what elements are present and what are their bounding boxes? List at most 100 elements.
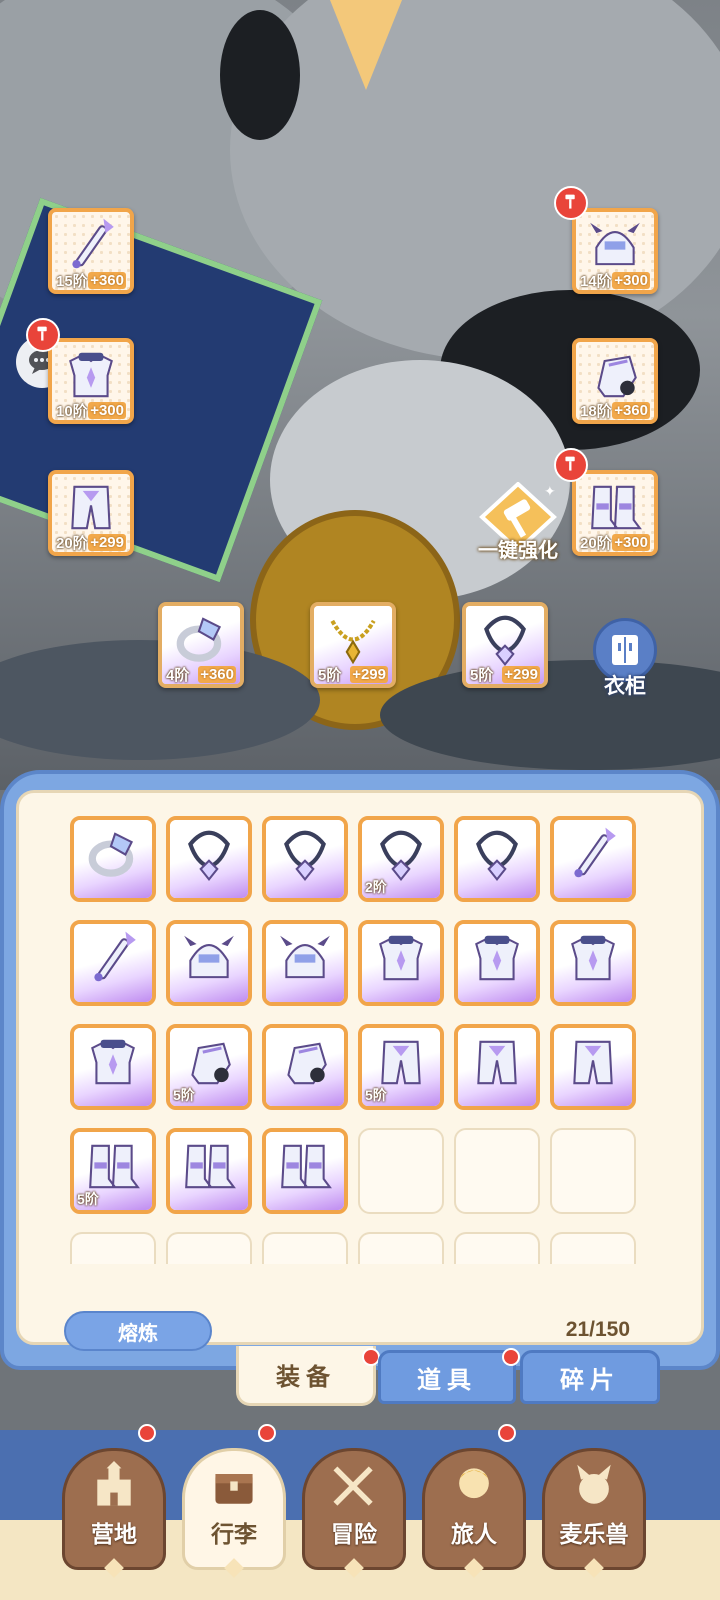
notification-dot [498,1424,516,1442]
bag-item[interactable] [358,920,444,1006]
equip-slot-helmet[interactable]: 14阶 +300 [572,208,658,294]
slot-enhance-level: +299 [502,665,540,683]
bag-item[interactable] [70,816,156,902]
ring-icon [88,832,134,878]
empty-bag-slot[interactable] [358,1128,444,1214]
necklace-icon [330,619,376,665]
nav-label: 旅人 [451,1521,497,1547]
bag-item[interactable] [262,1128,348,1214]
tab-label: 道具 [417,1366,477,1394]
slot-enhance-level: +360 [88,271,126,289]
empty-bag-slot[interactable] [70,1232,156,1264]
gauntlet-icon [597,355,637,398]
hammer-icon [37,326,47,341]
slot-tier: 15阶 [56,272,88,290]
bag-item[interactable]: 5阶 [358,1024,444,1110]
pants-icon [71,485,111,530]
slot-enhance-level: +300 [612,533,650,551]
nav-pet[interactable]: 麦乐兽 [542,1448,646,1578]
slot-enhance-level: +299 [350,665,388,683]
nav-chest[interactable]: 行李 [182,1448,286,1578]
character-icon [459,1468,489,1499]
helmet-icon [280,936,330,979]
bag-item[interactable] [550,816,636,902]
tab-label: 装备 [276,1364,336,1391]
bag-item[interactable] [166,920,252,1006]
bag-capacity: 21/150 [565,1318,630,1341]
bag-item[interactable] [262,816,348,902]
bag-item[interactable] [70,1024,156,1110]
nav-swords[interactable]: 冒险 [302,1448,406,1578]
svg-text:✦: ✦ [544,483,556,499]
slot-enhance-level: +360 [198,665,236,683]
armor-icon [571,936,615,981]
staff-icon [574,828,616,878]
pants-icon [573,1041,613,1085]
amulet-icon [284,831,326,882]
empty-bag-slot[interactable] [454,1128,540,1214]
upgrade-available-badge[interactable] [554,186,588,220]
nav-castle[interactable]: 营地 [62,1448,166,1578]
equip-slot-gauntlet[interactable]: 18阶 +360 [572,338,658,424]
item-tier: 5阶 [365,1087,387,1103]
chest-icon [215,1474,253,1504]
bag-item[interactable] [454,816,540,902]
tab-2[interactable]: 碎片 [520,1350,660,1404]
bag-item[interactable] [550,920,636,1006]
hammer-icon [565,456,575,471]
amulet-icon [188,831,230,882]
empty-bag-slot[interactable] [454,1232,540,1264]
equip-slot-staff[interactable]: 15阶 +360 [48,208,134,294]
bag-item[interactable] [262,920,348,1006]
smelt-button[interactable]: 熔炼 [64,1311,212,1351]
ring-icon [176,617,222,662]
notification-dot [502,1348,520,1366]
bag-item[interactable]: 5阶 [166,1024,252,1110]
boots-icon [185,1145,236,1189]
slot-tier: 5阶 [318,666,342,684]
bag-item[interactable] [166,1128,252,1214]
bag-item[interactable]: 2阶 [358,816,444,902]
tab-1[interactable]: 道具 [378,1350,516,1404]
equip-slot-amulet[interactable]: 5阶 +299 [462,602,548,688]
bag-item[interactable] [550,1024,636,1110]
pants-icon [381,1041,421,1085]
nav-label: 麦乐兽 [559,1521,629,1547]
bag-item[interactable] [454,1024,540,1110]
bag-item[interactable] [454,920,540,1006]
bag-item[interactable] [70,920,156,1006]
gauntlet-icon [191,1043,231,1085]
hammer-icon [565,194,575,209]
equip-slot-necklace[interactable]: 5阶 +299 [310,602,396,688]
upgrade-available-badge[interactable] [26,318,60,352]
slot-enhance-level: +300 [88,401,126,419]
wardrobe-icon [612,635,638,665]
slot-info: 14阶 +300 [576,270,654,290]
tab-label: 碎片 [560,1366,620,1394]
pants-icon [477,1041,517,1085]
bag-item[interactable]: 5阶 [70,1128,156,1214]
equip-slot-ring[interactable]: 4阶 +360 [158,602,244,688]
slot-info: 15阶 +360 [52,270,130,290]
slot-tier: 20阶 [580,534,612,552]
strengthen-label: 一键强化 [478,540,558,562]
gauntlet-icon [287,1043,327,1085]
creature-eye [220,10,300,140]
notification-dot [138,1424,156,1442]
empty-bag-slot[interactable] [262,1232,348,1264]
equip-slot-pants[interactable]: 20阶 +299 [48,470,134,556]
equip-slot-armor[interactable]: 10阶 +300 [48,338,134,424]
nav-character[interactable]: 旅人 [422,1448,526,1578]
one-click-strengthen-button[interactable]: ✦ 一键强化 [468,482,568,566]
empty-bag-slot[interactable] [550,1232,636,1264]
tab-0[interactable]: 装备 [236,1346,376,1406]
equip-slot-boots[interactable]: 20阶 +300 [572,470,658,556]
empty-bag-slot[interactable] [166,1232,252,1264]
staff-icon [72,218,114,269]
empty-bag-slot[interactable] [550,1128,636,1214]
upgrade-available-badge[interactable] [554,448,588,482]
empty-bag-slot[interactable] [358,1232,444,1264]
bag-item[interactable] [166,816,252,902]
wardrobe-button[interactable]: 衣柜 [590,618,660,698]
bag-item[interactable] [262,1024,348,1110]
